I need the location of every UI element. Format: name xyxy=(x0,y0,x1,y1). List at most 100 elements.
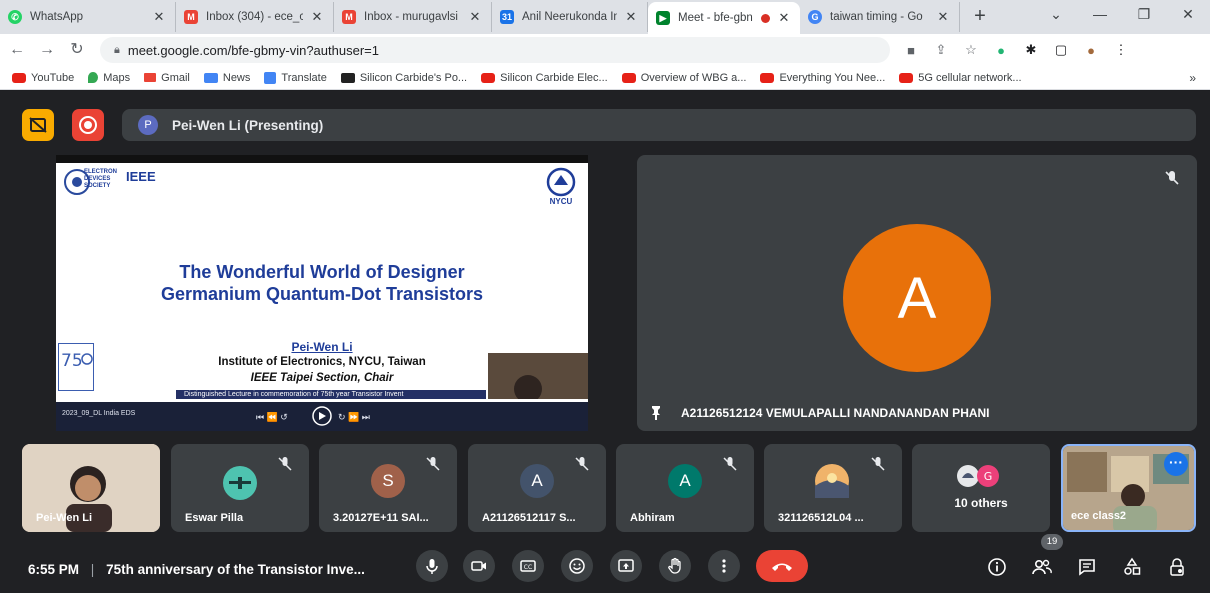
participant-tile-321126[interactable]: 321126512L04 ... xyxy=(764,444,902,532)
slide-title-line2: Germanium Quantum-Dot Transistors xyxy=(160,284,484,304)
emoji-button[interactable] xyxy=(561,550,593,582)
participant-name: Eswar Pilla xyxy=(185,512,244,524)
forward-icon[interactable]: → xyxy=(34,37,60,63)
bookmark-gmail[interactable]: Gmail xyxy=(144,72,190,84)
participant-tile-sai[interactable]: S 3.20127E+11 SAI... xyxy=(319,444,457,532)
mic-off-icon xyxy=(723,457,737,471)
more-vert-icon xyxy=(722,559,726,573)
tab-inbox-2[interactable]: M Inbox - murugavlsi ✕ xyxy=(334,2,492,32)
reload-icon[interactable]: ↻ xyxy=(64,37,90,63)
participant-tile-abhiram[interactable]: A Abhiram xyxy=(616,444,754,532)
close-icon[interactable]: ✕ xyxy=(623,9,639,25)
new-tab-button[interactable]: + xyxy=(966,3,994,31)
bookmark-translate[interactable]: Translate xyxy=(264,71,327,84)
presenting-label: Pei-Wen Li (Presenting) xyxy=(172,117,324,133)
recording-button[interactable] xyxy=(72,109,104,141)
extension-g-icon[interactable]: ● xyxy=(992,43,1010,58)
participant-name: 3.20127E+11 SAI... xyxy=(333,512,429,524)
captions-icon: CC xyxy=(520,560,536,572)
close-icon[interactable]: ✕ xyxy=(935,9,951,25)
pinned-participant-tile[interactable]: A A21126512124 VEMULAPALLI NANDANANDAN P… xyxy=(637,155,1197,431)
present-button[interactable] xyxy=(610,550,642,582)
camera-button[interactable] xyxy=(463,550,495,582)
video-play-controls[interactable]: ⏮ ⏪ ↺ ↻ ⏩ ⏭ xyxy=(256,405,386,427)
profile-avatar-icon[interactable]: ● xyxy=(1082,43,1100,58)
minimize-icon[interactable]: — xyxy=(1078,0,1122,30)
tab-inbox-1[interactable]: M Inbox (304) - ece_c ✕ xyxy=(176,2,334,32)
extension-area: ■ ⇪ ☆ ● ✱ ▢ ● ⋮ xyxy=(902,42,1130,58)
bookmark-news[interactable]: News xyxy=(203,72,250,84)
more-options-button[interactable] xyxy=(708,550,740,582)
back-icon[interactable]: ← xyxy=(4,37,30,63)
participant-tile-others[interactable]: G 10 others xyxy=(912,444,1050,532)
participant-name: 321126512L04 ... xyxy=(778,512,864,524)
tab-bar: ✆ WhatsApp ✕ M Inbox (304) - ece_c ✕ M I… xyxy=(0,0,1210,34)
activities-button[interactable] xyxy=(1117,552,1147,582)
bookmark-5g[interactable]: 5G cellular network... xyxy=(899,71,1022,84)
bookmark-silicon-2[interactable]: Silicon Carbide Elec... xyxy=(481,72,608,84)
participant-avatar: A xyxy=(668,464,702,498)
mic-button[interactable] xyxy=(416,550,448,582)
svg-text:⏮ ⏪ ↺: ⏮ ⏪ ↺ xyxy=(256,411,288,422)
bookmark-youtube[interactable]: YouTube xyxy=(12,72,74,84)
tab-title: Inbox (304) - ece_c xyxy=(206,11,303,23)
gmail-icon xyxy=(144,73,157,82)
menu-kebab-icon[interactable]: ⋮ xyxy=(1112,42,1130,58)
tab-title: Meet - bfe-gbn xyxy=(678,12,753,24)
close-window-icon[interactable]: ✕ xyxy=(1166,0,1210,30)
extensions-puzzle-icon[interactable]: ✱ xyxy=(1022,42,1040,58)
close-icon[interactable]: ✕ xyxy=(151,9,167,25)
people-count-badge: 19 xyxy=(1041,534,1063,550)
sidepanel-icon[interactable]: ▢ xyxy=(1052,42,1070,58)
tab-calendar[interactable]: 31 Anil Neerukonda In ✕ xyxy=(492,2,648,32)
svg-text:CC: CC xyxy=(524,564,532,571)
meeting-time: 6:55 PM xyxy=(28,562,80,577)
bookmark-everything[interactable]: Everything You Nee... xyxy=(760,72,885,84)
camera-status-icon[interactable]: ■ xyxy=(902,43,920,58)
raise-hand-button[interactable] xyxy=(659,550,691,582)
participant-tile-a2112[interactable]: A A21126512117 S... xyxy=(468,444,606,532)
svg-text:↻ ⏩ ⏭: ↻ ⏩ ⏭ xyxy=(338,411,370,422)
captions-button[interactable]: CC xyxy=(512,550,544,582)
share-icon[interactable]: ⇪ xyxy=(932,42,950,58)
url-bar[interactable]: 🔒︎ meet.google.com/bfe-gbmy-vin?authuser… xyxy=(100,37,890,63)
bookmark-wbg[interactable]: Overview of WBG a... xyxy=(621,72,746,84)
restore-icon[interactable]: ❐ xyxy=(1122,0,1166,30)
nycu-logo: NYCU xyxy=(540,167,582,207)
bookmark-star-icon[interactable]: ☆ xyxy=(962,42,980,58)
presentation-tile[interactable]: ELECTRON DEVICES SOCIETY IEEE NYCU The W… xyxy=(56,155,588,431)
close-icon[interactable]: ✕ xyxy=(467,9,483,25)
close-icon[interactable]: ✕ xyxy=(309,9,325,25)
tab-meet[interactable]: ▶ Meet - bfe-gbn ✕ xyxy=(648,2,800,34)
participant-tile-eswar[interactable]: Eswar Pilla xyxy=(171,444,309,532)
self-tile[interactable]: ··· ece class2 xyxy=(1061,444,1196,532)
meeting-details-button[interactable] xyxy=(982,552,1012,582)
people-button[interactable]: 19 xyxy=(1027,534,1063,582)
google-icon: G xyxy=(808,10,822,24)
participant-avatar-large: A xyxy=(843,224,991,372)
captions-off-button[interactable] xyxy=(22,109,54,141)
meet-stage: P Pei-Wen Li (Presenting) ELECTRON DEVIC… xyxy=(0,91,1210,593)
youtube-icon xyxy=(481,72,496,83)
hand-icon xyxy=(668,557,681,574)
leave-call-button[interactable] xyxy=(756,550,808,582)
screen: ✆ WhatsApp ✕ M Inbox (304) - ece_c ✕ M I… xyxy=(0,0,1210,593)
bookmark-maps[interactable]: Maps xyxy=(88,72,130,84)
more-bookmarks-icon[interactable]: » xyxy=(1189,71,1196,85)
more-options-icon[interactable]: ··· xyxy=(1164,452,1188,476)
participant-tile-pei-wen-li[interactable]: Pei-Wen Li xyxy=(22,444,160,532)
close-icon[interactable]: ✕ xyxy=(776,10,792,26)
youtube-icon xyxy=(760,72,775,83)
tab-whatsapp[interactable]: ✆ WhatsApp ✕ xyxy=(0,2,176,32)
mic-off-icon xyxy=(426,457,440,471)
meeting-title: 75th anniversary of the Transistor Inve.… xyxy=(106,562,365,577)
window-controls: ⌄ — ❐ ✕ xyxy=(1034,0,1210,30)
bookmark-label: 5G cellular network... xyxy=(918,71,1022,84)
chat-icon xyxy=(1079,559,1095,576)
people-icon xyxy=(1032,559,1052,575)
host-controls-button[interactable] xyxy=(1162,552,1192,582)
bookmark-silicon-1[interactable]: Silicon Carbide's Po... xyxy=(340,72,467,84)
tab-google[interactable]: G taiwan timing - Go ✕ xyxy=(800,2,960,32)
chat-button[interactable] xyxy=(1072,552,1102,582)
tab-search-icon[interactable]: ⌄ xyxy=(1034,0,1078,30)
